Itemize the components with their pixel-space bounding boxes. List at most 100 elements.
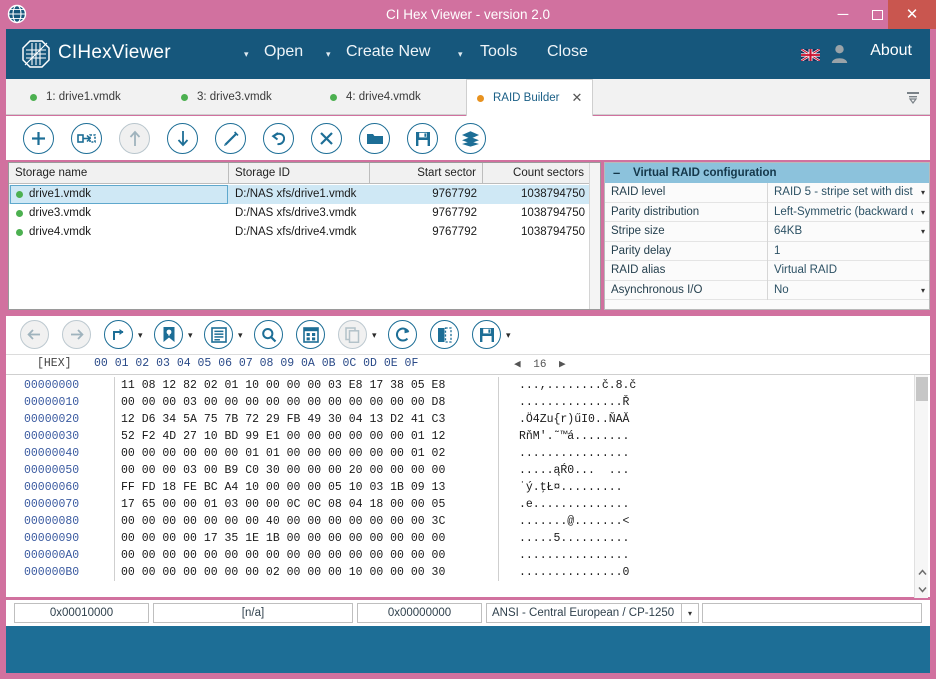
property-row-parity-delay[interactable]: Parity delay 1 bbox=[605, 241, 929, 261]
hex-line[interactable]: 00000000 11 08 12 82 02 01 10 00 00 00 0… bbox=[6, 377, 930, 394]
hex-bytes[interactable]: 00 00 00 00 00 00 01 01 00 00 00 00 00 0… bbox=[114, 445, 490, 462]
template-button[interactable] bbox=[296, 320, 325, 349]
hex-ascii[interactable]: .....5.......... bbox=[498, 530, 798, 547]
list-view-dropdown-caret[interactable]: ▾ bbox=[238, 330, 243, 341]
move-down-button[interactable] bbox=[167, 123, 198, 154]
copy-dropdown-caret[interactable]: ▾ bbox=[372, 330, 377, 341]
hex-bytes[interactable]: FF FD 18 FE BC A4 10 00 00 00 05 10 03 1… bbox=[114, 479, 490, 496]
hex-bytes[interactable]: 00 00 00 00 00 00 00 00 00 00 00 00 00 0… bbox=[114, 547, 490, 564]
property-row-stripe-size[interactable]: Stripe size 64KB ▾ bbox=[605, 222, 929, 242]
hex-ascii[interactable]: .....ąŔ0... ... bbox=[498, 462, 798, 479]
hex-ascii[interactable]: ...............0 bbox=[498, 564, 798, 581]
scroll-down-icon[interactable] bbox=[915, 581, 929, 597]
tab-drive3[interactable]: 3: drive3.vmdk bbox=[171, 79, 282, 115]
tab-close-icon[interactable]: ✕ bbox=[571, 90, 582, 106]
hex-bytes[interactable]: 17 65 00 00 01 03 00 00 0C 0C 08 04 18 0… bbox=[114, 496, 490, 513]
bytes-per-row-control[interactable]: ◀ 16 ▶ bbox=[514, 357, 566, 371]
raid-panel-header[interactable]: – Virtual RAID configuration bbox=[605, 163, 929, 183]
select-block-button[interactable] bbox=[430, 320, 459, 349]
copy-button[interactable] bbox=[338, 320, 367, 349]
menu-item-tools[interactable]: Tools bbox=[480, 43, 517, 61]
hex-line[interactable]: 00000080 00 00 00 00 00 00 00 40 00 00 0… bbox=[6, 513, 930, 530]
hex-line[interactable]: 00000010 00 00 00 03 00 00 00 00 00 00 0… bbox=[6, 394, 930, 411]
table-row[interactable]: drive1.vmdk D:/NAS xfs/drive1.vmdk 97677… bbox=[9, 185, 600, 204]
map-storage-button[interactable] bbox=[71, 123, 102, 154]
edit-button[interactable] bbox=[215, 123, 246, 154]
offset-field[interactable]: 0x00010000 bbox=[14, 603, 149, 623]
bytes-per-row-prev-icon[interactable]: ◀ bbox=[514, 359, 521, 371]
storage-table[interactable]: Storage name Storage ID Start sector Cou… bbox=[8, 162, 601, 310]
find-button[interactable] bbox=[254, 320, 283, 349]
tab-drive4[interactable]: 4: drive4.vmdk bbox=[320, 79, 431, 115]
property-value[interactable]: Virtual RAID bbox=[767, 261, 913, 281]
scroll-up-icon[interactable] bbox=[915, 564, 929, 580]
hex-line[interactable]: 00000020 12 D6 34 5A 75 7B 72 29 FB 49 3… bbox=[6, 411, 930, 428]
scrollbar-thumb[interactable] bbox=[916, 377, 928, 401]
hex-line[interactable]: 000000B0 00 00 00 00 00 00 00 02 00 00 0… bbox=[6, 564, 930, 581]
hex-ascii[interactable]: ...............Ř bbox=[498, 394, 798, 411]
hex-bytes[interactable]: 00 00 00 03 00 00 00 00 00 00 00 00 00 0… bbox=[114, 394, 490, 411]
hex-bytes[interactable]: 11 08 12 82 02 01 10 00 00 00 03 E8 17 3… bbox=[114, 377, 490, 394]
hex-ascii[interactable]: ˙ý.ţŁ¤......... bbox=[498, 479, 798, 496]
hex-vertical-scrollbar[interactable] bbox=[914, 375, 928, 598]
hex-line[interactable]: 000000A0 00 00 00 00 00 00 00 00 00 00 0… bbox=[6, 547, 930, 564]
hex-ascii[interactable]: ................ bbox=[498, 445, 798, 462]
hex-ascii[interactable]: RňM'.˜™á........ bbox=[498, 428, 798, 445]
undo-button[interactable] bbox=[263, 123, 294, 154]
hex-line[interactable]: 00000060 FF FD 18 FE BC A4 10 00 00 00 0… bbox=[6, 479, 930, 496]
tab-overflow-icon[interactable] bbox=[906, 90, 920, 104]
property-row-parity-distribution[interactable]: Parity distribution Left-Symmetric (back… bbox=[605, 202, 929, 223]
hex-bytes[interactable]: 52 F2 4D 27 10 BD 99 E1 00 00 00 00 00 0… bbox=[114, 428, 490, 445]
menu-item-open[interactable]: Open bbox=[264, 43, 303, 61]
hex-ascii[interactable]: .e.............. bbox=[498, 496, 798, 513]
column-header-storage-name[interactable]: Storage name bbox=[9, 163, 229, 184]
property-value[interactable]: RAID 5 - stripe set with distr bbox=[767, 183, 913, 203]
hex-ascii[interactable]: ...,........č.8.č bbox=[498, 377, 798, 394]
about-button[interactable]: About bbox=[870, 42, 912, 60]
save-hex-button[interactable] bbox=[472, 320, 501, 349]
hex-bytes[interactable]: 00 00 00 00 17 35 1E 1B 00 00 00 00 00 0… bbox=[114, 530, 490, 547]
delete-button[interactable] bbox=[311, 123, 342, 154]
message-field[interactable] bbox=[702, 603, 922, 623]
menu-item-create-new[interactable]: Create New bbox=[346, 43, 430, 61]
save-dropdown-caret[interactable]: ▾ bbox=[506, 330, 511, 341]
hex-line[interactable]: 00000030 52 F2 4D 27 10 BD 99 E1 00 00 0… bbox=[6, 428, 930, 445]
refresh-button[interactable] bbox=[388, 320, 417, 349]
open-menu-caret[interactable]: ▾ bbox=[244, 49, 249, 60]
bookmark-button[interactable] bbox=[154, 320, 183, 349]
tools-menu-caret[interactable]: ▾ bbox=[458, 49, 463, 60]
hex-bytes[interactable]: 00 00 00 00 00 00 00 02 00 00 00 10 00 0… bbox=[114, 564, 490, 581]
chevron-down-icon[interactable]: ▾ bbox=[682, 603, 699, 623]
property-value[interactable]: 64KB bbox=[767, 222, 913, 242]
hex-line[interactable]: 00000050 00 00 00 03 00 B9 C0 30 00 00 0… bbox=[6, 462, 930, 479]
hex-bytes[interactable]: 00 00 00 00 00 00 00 40 00 00 00 00 00 0… bbox=[114, 513, 490, 530]
bookmark-dropdown-caret[interactable]: ▾ bbox=[188, 330, 193, 341]
create-new-menu-caret[interactable]: ▾ bbox=[326, 49, 331, 60]
selection-field[interactable]: [n/a] bbox=[153, 603, 353, 623]
table-row[interactable]: drive3.vmdk D:/NAS xfs/drive3.vmdk 97677… bbox=[9, 204, 600, 223]
chevron-down-icon[interactable]: ▾ bbox=[921, 222, 925, 242]
property-value[interactable]: Left-Symmetric (backward dy bbox=[767, 202, 913, 222]
column-header-start-sector[interactable]: Start sector bbox=[370, 163, 483, 184]
goto-offset-button[interactable] bbox=[104, 320, 133, 349]
chevron-down-icon[interactable]: ▾ bbox=[921, 203, 925, 223]
collapse-icon[interactable]: – bbox=[613, 163, 620, 183]
table-vertical-scrollbar[interactable] bbox=[589, 163, 600, 309]
encoding-select[interactable]: ANSI - Central European / CP-1250 bbox=[486, 603, 682, 623]
move-up-button[interactable] bbox=[119, 123, 150, 154]
open-folder-button[interactable] bbox=[359, 123, 390, 154]
column-header-count-sectors[interactable]: Count sectors bbox=[483, 163, 591, 184]
hex-ascii[interactable]: ................ bbox=[498, 547, 798, 564]
hex-bytes[interactable]: 00 00 00 03 00 B9 C0 30 00 00 00 20 00 0… bbox=[114, 462, 490, 479]
nav-forward-button[interactable] bbox=[62, 320, 91, 349]
hex-ascii[interactable]: .......@.......< bbox=[498, 513, 798, 530]
add-storage-button[interactable] bbox=[23, 123, 54, 154]
hex-body[interactable]: 00000000 11 08 12 82 02 01 10 00 00 00 0… bbox=[6, 375, 930, 598]
hex-line[interactable]: 00000070 17 65 00 00 01 03 00 00 0C 0C 0… bbox=[6, 496, 930, 513]
property-row-raid-level[interactable]: RAID level RAID 5 - stripe set with dist… bbox=[605, 183, 929, 203]
list-view-button[interactable] bbox=[204, 320, 233, 349]
table-row[interactable]: drive4.vmdk D:/NAS xfs/drive4.vmdk 97677… bbox=[9, 223, 600, 242]
chevron-down-icon[interactable]: ▾ bbox=[921, 183, 925, 203]
layers-button[interactable] bbox=[455, 123, 486, 154]
goto-dropdown-caret[interactable]: ▾ bbox=[138, 330, 143, 341]
